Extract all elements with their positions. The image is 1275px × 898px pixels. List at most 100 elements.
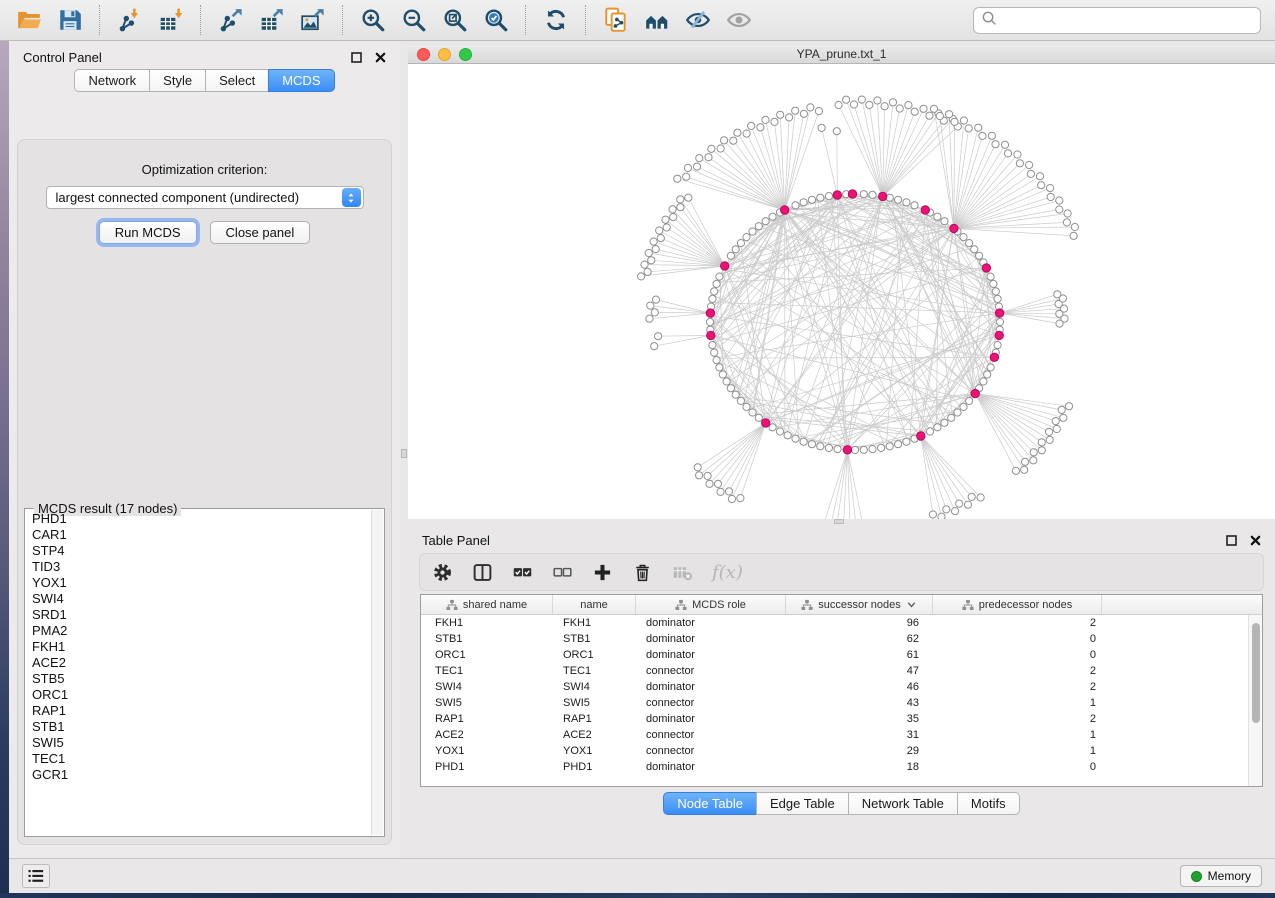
- graph-node[interactable]: [911, 108, 918, 115]
- table-scrollbar-thumb[interactable]: [1252, 623, 1260, 723]
- graph-node[interactable]: [748, 122, 755, 129]
- graph-node[interactable]: [792, 107, 799, 114]
- graph-node[interactable]: [713, 280, 720, 287]
- graph-node[interactable]: [714, 480, 721, 487]
- graph-node[interactable]: [655, 333, 662, 340]
- graph-node[interactable]: [1056, 197, 1063, 204]
- graph-node[interactable]: [951, 118, 958, 125]
- window-close-icon[interactable]: [417, 48, 430, 61]
- graph-node[interactable]: [800, 438, 807, 445]
- graph-node[interactable]: [717, 145, 724, 152]
- mcds-result-item[interactable]: SWI4: [27, 591, 370, 607]
- graph-node[interactable]: [683, 173, 690, 180]
- graph-node[interactable]: [815, 108, 822, 115]
- graph-selected-node[interactable]: [921, 206, 929, 214]
- graph-node[interactable]: [926, 112, 933, 119]
- network-graph[interactable]: [408, 64, 1275, 560]
- table-tab-motifs[interactable]: Motifs: [957, 792, 1020, 815]
- graph-node[interactable]: [976, 252, 983, 259]
- graph-node[interactable]: [1016, 160, 1023, 167]
- graph-selected-node[interactable]: [721, 262, 729, 270]
- column-header-name[interactable]: name: [553, 595, 636, 614]
- graph-selected-node[interactable]: [990, 353, 998, 361]
- graph-node[interactable]: [1052, 418, 1059, 425]
- graph-node[interactable]: [960, 403, 967, 410]
- graph-node[interactable]: [1030, 449, 1037, 456]
- graph-selected-node[interactable]: [843, 446, 851, 454]
- mcds-result-item[interactable]: TID3: [27, 559, 370, 575]
- graph-node[interactable]: [941, 218, 948, 225]
- graph-selected-node[interactable]: [781, 206, 789, 214]
- graph-node[interactable]: [641, 261, 648, 268]
- graph-node[interactable]: [713, 357, 720, 364]
- mcds-result-item[interactable]: TEC1: [27, 751, 370, 767]
- graph-node[interactable]: [693, 163, 700, 170]
- graph-node[interactable]: [721, 137, 728, 144]
- graph-node[interactable]: [1022, 458, 1029, 465]
- graph-node[interactable]: [743, 234, 750, 241]
- window-minimize-icon[interactable]: [438, 48, 451, 61]
- graph-node[interactable]: [716, 273, 723, 280]
- mcds-result-item[interactable]: ORC1: [27, 687, 370, 703]
- graph-node[interactable]: [1064, 210, 1071, 217]
- float-icon[interactable]: [1223, 532, 1239, 548]
- graph-node[interactable]: [652, 296, 659, 303]
- tab-network[interactable]: Network: [74, 69, 150, 92]
- graph-node[interactable]: [677, 204, 684, 211]
- search-field[interactable]: [973, 7, 1261, 34]
- show-all-button[interactable]: [718, 3, 759, 37]
- graph-node[interactable]: [858, 96, 865, 103]
- vertical-splitter-handle[interactable]: [401, 449, 407, 458]
- table-row[interactable]: YOX1YOX1connector291: [421, 743, 1248, 759]
- graph-node[interactable]: [800, 199, 807, 206]
- graph-node[interactable]: [817, 443, 824, 450]
- graph-node[interactable]: [663, 224, 670, 231]
- graph-node[interactable]: [895, 441, 902, 448]
- graph-node[interactable]: [784, 432, 791, 439]
- export-table-button[interactable]: [251, 3, 292, 37]
- graph-node[interactable]: [762, 218, 769, 225]
- graph-node[interactable]: [696, 155, 703, 162]
- add-column-button[interactable]: [592, 559, 613, 585]
- graph-node[interactable]: [1071, 223, 1078, 230]
- mcds-result-item[interactable]: RAP1: [27, 703, 370, 719]
- graph-node[interactable]: [1046, 436, 1053, 443]
- graph-node[interactable]: [1014, 151, 1021, 158]
- table-row[interactable]: RAP1RAP1dominator352: [421, 711, 1248, 727]
- graph-selected-node[interactable]: [879, 192, 887, 200]
- table-tab-node-table[interactable]: Node Table: [663, 792, 757, 815]
- graph-node[interactable]: [670, 214, 677, 221]
- graph-node[interactable]: [711, 349, 718, 356]
- graph-node[interactable]: [685, 194, 692, 201]
- mcds-result-item[interactable]: STB1: [27, 719, 370, 735]
- graph-node[interactable]: [825, 444, 832, 451]
- graph-node[interactable]: [708, 145, 715, 152]
- table-row[interactable]: ORC1ORC1dominator610: [421, 647, 1248, 663]
- graph-node[interactable]: [851, 446, 858, 453]
- graph-node[interactable]: [1021, 466, 1028, 473]
- graph-node[interactable]: [807, 104, 814, 111]
- graph-node[interactable]: [694, 464, 701, 471]
- graph-node[interactable]: [808, 196, 815, 203]
- graph-node[interactable]: [776, 428, 783, 435]
- mcds-result-item[interactable]: SRD1: [27, 607, 370, 623]
- graph-node[interactable]: [979, 132, 986, 139]
- graph-node[interactable]: [1047, 193, 1054, 200]
- graph-node[interactable]: [705, 154, 712, 161]
- graph-node[interactable]: [1030, 457, 1037, 464]
- zoom-in-button[interactable]: [352, 3, 393, 37]
- graph-node[interactable]: [934, 213, 941, 220]
- graph-node[interactable]: [833, 128, 840, 135]
- graph-node[interactable]: [1056, 206, 1063, 213]
- mcds-result-item[interactable]: CAR1: [27, 527, 370, 543]
- table-row[interactable]: ACE2ACE2connector311: [421, 727, 1248, 743]
- graph-node[interactable]: [725, 488, 732, 495]
- graph-node[interactable]: [994, 295, 1001, 302]
- graph-node[interactable]: [732, 391, 739, 398]
- table-scrollbar[interactable]: [1248, 615, 1262, 786]
- graph-node[interactable]: [889, 99, 896, 106]
- graph-node[interactable]: [792, 435, 799, 442]
- graph-node[interactable]: [941, 419, 948, 426]
- graph-node[interactable]: [728, 495, 735, 502]
- graph-node[interactable]: [964, 501, 971, 508]
